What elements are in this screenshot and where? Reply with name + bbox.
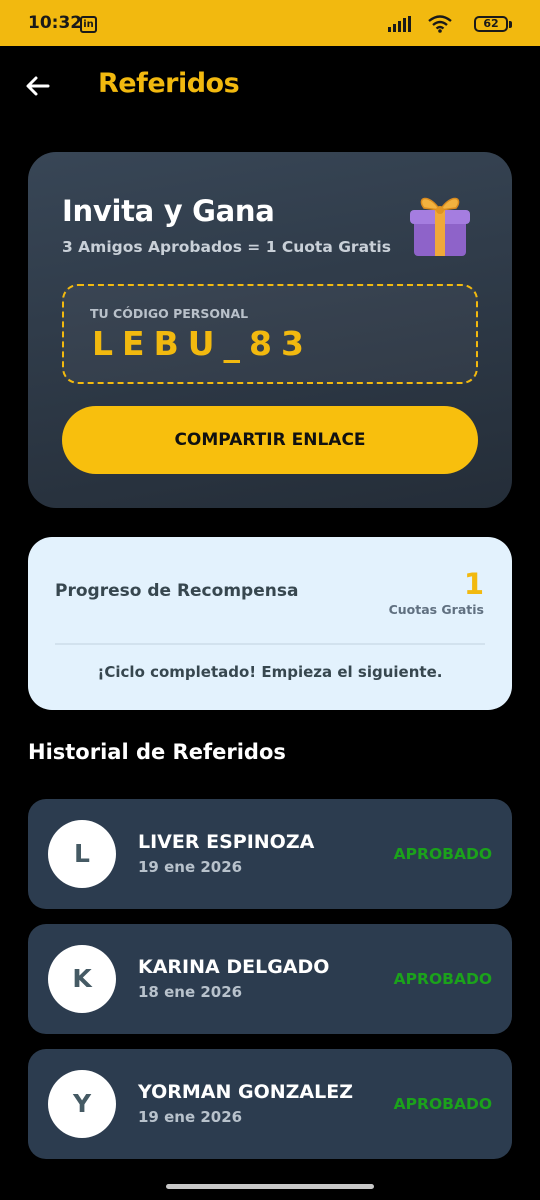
referral-row[interactable]: K KARINA DELGADO 18 ene 2026 APROBADO	[28, 924, 512, 1034]
referral-date: 19 ene 2026	[138, 1108, 243, 1126]
status-time: 10:32	[28, 13, 83, 33]
status-badge: APROBADO	[393, 1095, 492, 1113]
history-title: Historial de Referidos	[28, 740, 286, 764]
referral-date: 18 ene 2026	[138, 983, 243, 1001]
invite-title: Invita y Gana	[62, 194, 275, 228]
referral-date: 19 ene 2026	[138, 858, 243, 876]
battery-icon: 62	[474, 16, 512, 32]
status-badge: APROBADO	[393, 845, 492, 863]
referral-name: LIVER ESPINOZA	[138, 831, 315, 853]
reward-progress-card: Progreso de Recompensa 1 Cuotas Gratis ¡…	[28, 537, 512, 710]
share-link-button[interactable]: COMPARTIR ENLACE	[62, 406, 478, 474]
referral-row[interactable]: Y YORMAN GONZALEZ 19 ene 2026 APROBADO	[28, 1049, 512, 1159]
invite-subtitle: 3 Amigos Aprobados = 1 Cuota Gratis	[62, 238, 391, 256]
avatar: K	[48, 945, 116, 1013]
back-arrow-icon[interactable]	[22, 70, 54, 102]
page-title: Referidos	[98, 68, 240, 99]
home-indicator[interactable]	[166, 1184, 374, 1189]
free-fees-count: 1	[463, 567, 484, 601]
avatar: Y	[48, 1070, 116, 1138]
progress-title: Progreso de Recompensa	[55, 581, 299, 601]
wifi-icon	[428, 15, 452, 33]
gift-icon	[410, 197, 470, 256]
status-badge: APROBADO	[393, 970, 492, 988]
referral-name: YORMAN GONZALEZ	[138, 1081, 353, 1103]
referral-code-box[interactable]: TU CÓDIGO PERSONAL LEBU_83	[62, 284, 478, 384]
signal-icon	[388, 16, 411, 32]
avatar: L	[48, 820, 116, 888]
status-bar: 10:32 in 62	[0, 0, 540, 46]
progress-divider	[55, 643, 485, 645]
invite-card: Invita y Gana 3 Amigos Aprobados = 1 Cuo…	[28, 152, 512, 508]
code-label: TU CÓDIGO PERSONAL	[90, 306, 249, 321]
referral-name: KARINA DELGADO	[138, 956, 330, 978]
free-fees-label: Cuotas Gratis	[388, 602, 484, 617]
progress-message: ¡Ciclo completado! Empieza el siguiente.	[97, 663, 443, 681]
referral-row[interactable]: L LIVER ESPINOZA 19 ene 2026 APROBADO	[28, 799, 512, 909]
linkedin-icon: in	[80, 16, 97, 33]
referral-code[interactable]: LEBU_83	[92, 324, 313, 363]
